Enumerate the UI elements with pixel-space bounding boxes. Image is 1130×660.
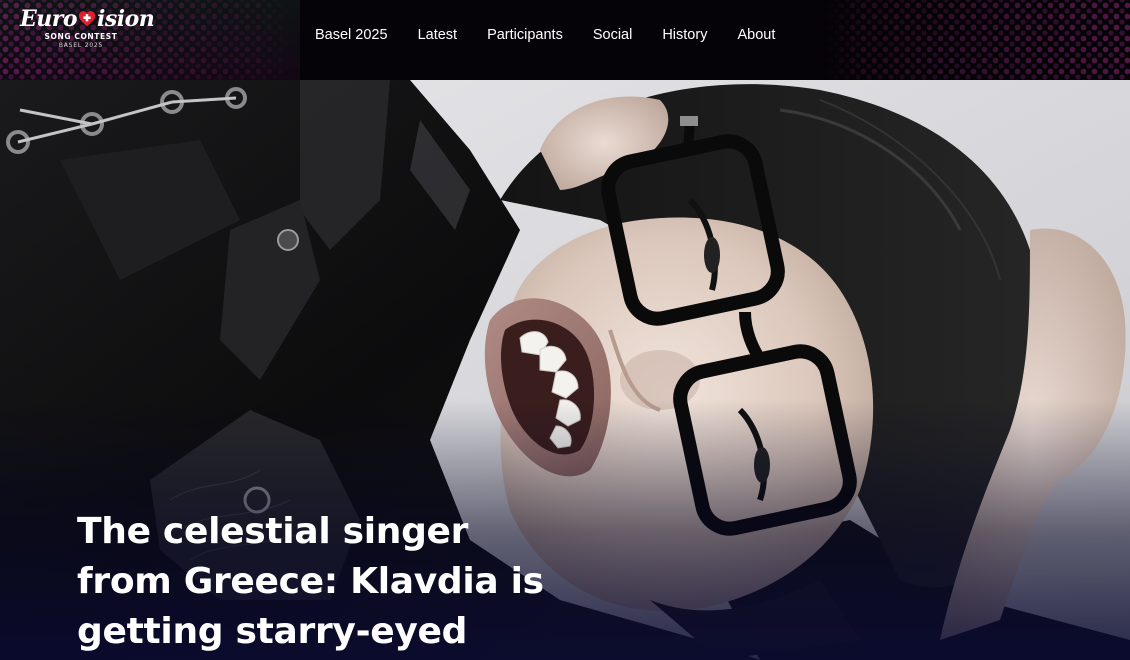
hero-headline[interactable]: The celestial singer from Greece: Klavdi… bbox=[77, 507, 547, 657]
logo-subtitle: SONG CONTEST bbox=[44, 32, 118, 41]
heart-flag-icon bbox=[78, 11, 96, 27]
logo-wordmark: Euro ision bbox=[20, 6, 155, 32]
nav-about[interactable]: About bbox=[737, 25, 775, 47]
logo-edition: BASEL 2025 bbox=[58, 42, 104, 49]
nav-basel-2025[interactable]: Basel 2025 bbox=[315, 25, 388, 47]
nav-social[interactable]: Social bbox=[593, 25, 633, 47]
hero-section[interactable]: The celestial singer from Greece: Klavdi… bbox=[0, 80, 1130, 660]
nav-history[interactable]: History bbox=[662, 25, 707, 47]
main-nav: Basel 2025 Latest Participants Social Hi… bbox=[300, 25, 790, 47]
site-header: Euro ision SONG CONTEST BASEL 2025 Basel … bbox=[0, 0, 1130, 80]
nav-participants[interactable]: Participants bbox=[487, 25, 563, 47]
nav-latest[interactable]: Latest bbox=[418, 25, 458, 47]
eurovision-logo[interactable]: Euro ision SONG CONTEST BASEL 2025 bbox=[20, 6, 155, 58]
